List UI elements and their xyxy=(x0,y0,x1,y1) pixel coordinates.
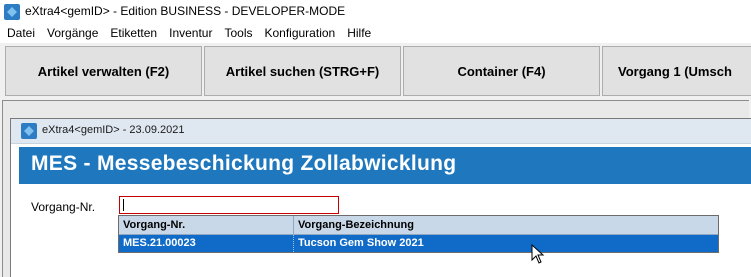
artikel-verwalten-button[interactable]: Artikel verwalten (F2) xyxy=(5,46,202,96)
cell-vorgang-nr: MES.21.00023 xyxy=(119,235,294,252)
menu-konfiguration[interactable]: Konfiguration xyxy=(258,24,341,43)
vorgang-nr-label: Vorgang-Nr. xyxy=(31,200,96,214)
mes-window-title-bar: eXtra4<gemID> - 23.09.2021 xyxy=(11,119,751,144)
menu-tools[interactable]: Tools xyxy=(218,24,258,43)
menu-vorgaenge[interactable]: Vorgänge xyxy=(41,24,104,43)
menu-datei[interactable]: Datei xyxy=(0,24,41,43)
menu-inventur[interactable]: Inventur xyxy=(163,24,218,43)
app-icon xyxy=(4,4,20,20)
text-caret xyxy=(123,199,124,211)
artikel-suchen-button[interactable]: Artikel suchen (STRG+F) xyxy=(204,46,401,96)
vorgang-dropdown-grid[interactable]: Vorgang-Nr. Vorgang-Bezeichnung MES.21.0… xyxy=(118,215,719,253)
vorgang-1-button[interactable]: Vorgang 1 (Umsch xyxy=(602,46,751,96)
container-button[interactable]: Container (F4) xyxy=(403,46,600,96)
page-title: MES - Messebeschickung Zollabwicklung xyxy=(31,152,457,175)
grid-row[interactable]: MES.21.00023 Tucson Gem Show 2021 xyxy=(119,235,718,252)
toolbar: Artikel verwalten (F2) Artikel suchen (S… xyxy=(0,43,751,98)
mes-window-title: eXtra4<gemID> - 23.09.2021 xyxy=(42,124,185,136)
window-title-bar: eXtra4<gemID> - Edition BUSINESS - DEVEL… xyxy=(0,0,751,24)
cell-vorgang-bezeichnung: Tucson Gem Show 2021 xyxy=(298,237,424,249)
grid-header: Vorgang-Nr. Vorgang-Bezeichnung xyxy=(119,216,718,235)
column-header-vorgang-bezeichnung[interactable]: Vorgang-Bezeichnung xyxy=(294,216,718,234)
app-icon xyxy=(21,123,37,139)
page-banner: MES - Messebeschickung Zollabwicklung xyxy=(19,147,751,184)
vorgang-nr-input[interactable] xyxy=(119,196,339,214)
column-header-vorgang-nr[interactable]: Vorgang-Nr. xyxy=(119,216,294,234)
menu-hilfe[interactable]: Hilfe xyxy=(341,24,377,43)
mouse-cursor-icon xyxy=(531,244,545,264)
mes-window: eXtra4<gemID> - 23.09.2021 MES - Messebe… xyxy=(10,118,751,277)
menu-bar: Datei Vorgänge Etiketten Inventur Tools … xyxy=(0,24,751,43)
window-title: eXtra4<gemID> - Edition BUSINESS - DEVEL… xyxy=(25,4,346,18)
menu-etiketten[interactable]: Etiketten xyxy=(104,24,163,43)
